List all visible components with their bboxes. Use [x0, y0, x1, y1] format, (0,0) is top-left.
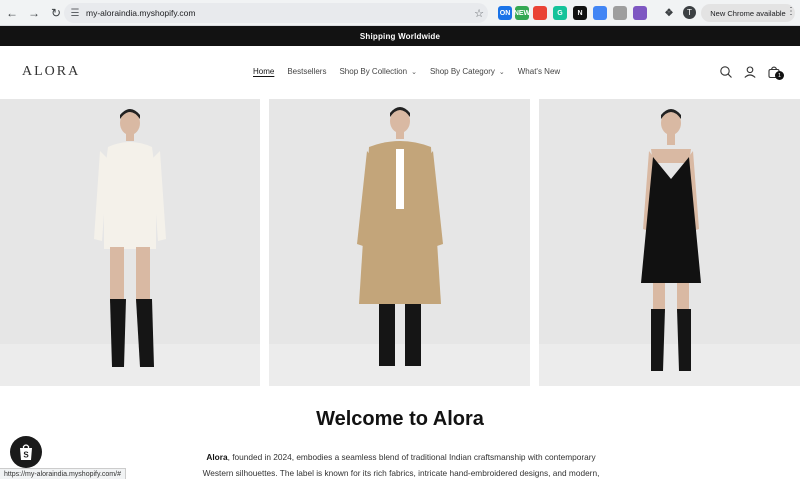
forward-arrow-icon[interactable]: → [24, 3, 44, 23]
ext-new-icon[interactable]: NEW [514, 6, 530, 20]
welcome-description: Alora, founded in 2024, embodies a seaml… [186, 449, 616, 479]
hero-image-white-outfit[interactable] [0, 99, 260, 386]
model-white-jacket-illustration [0, 99, 260, 386]
address-url[interactable]: my-aloraindia.myshopify.com [86, 8, 470, 18]
site-info-icon[interactable]: ☰ [66, 8, 84, 19]
back-arrow-icon[interactable]: ← [2, 3, 22, 23]
bookmark-star-icon[interactable]: ☆ [470, 7, 488, 20]
nav-whats-new-label[interactable]: What's New [518, 67, 560, 76]
welcome-heading: Welcome to Alora [316, 408, 484, 430]
chevron-down-icon: ⌄ [411, 68, 417, 76]
link-status-bar: https://my-aloraindia.myshopify.com/# [0, 468, 126, 479]
address-bar[interactable]: ☰ my-aloraindia.myshopify.com ☆ [64, 3, 488, 23]
account-icon[interactable] [743, 65, 757, 79]
nav-home[interactable]: Home [253, 67, 274, 76]
ext-image-icon[interactable] [633, 6, 647, 20]
browser-menu-icon[interactable]: ⋮ [786, 6, 796, 17]
ext-color-icon[interactable] [533, 6, 547, 20]
svg-text:S: S [23, 451, 29, 460]
search-icon[interactable] [719, 65, 733, 79]
welcome-line-2: Western silhouettes. The label is known … [202, 468, 600, 478]
announcement-text: Shipping Worldwide [359, 31, 441, 41]
site-header: ALORA Home Bestsellers Shop By Collectio… [0, 46, 800, 98]
brand-name: Alora [206, 452, 228, 462]
nav-bestsellers-label[interactable]: Bestsellers [287, 67, 326, 76]
model-black-dress-illustration [539, 99, 800, 386]
ext-notion-icon[interactable]: N [573, 6, 587, 20]
reload-icon[interactable]: ↻ [46, 3, 66, 23]
nav-whats-new[interactable]: What's New [518, 67, 560, 76]
profile-avatar[interactable]: T [683, 6, 696, 19]
shopify-bag-icon[interactable]: S [10, 436, 42, 468]
ext-grammarly-icon[interactable]: G [553, 6, 567, 20]
nav-home-label[interactable]: Home [253, 67, 274, 76]
ext-on-icon[interactable]: ON [498, 6, 512, 20]
hero-image-black-dress[interactable] [539, 99, 800, 386]
welcome-line-1: , founded in 2024, embodies a seamless b… [227, 452, 596, 462]
nav-shop-by-collection-label[interactable]: Shop By Collection [339, 67, 407, 76]
browser-toolbar: ← → ↻ ☰ my-aloraindia.myshopify.com ☆ ON… [0, 0, 800, 26]
announcement-bar: Shipping Worldwide [0, 26, 800, 46]
shopify-logo-icon: S [20, 444, 32, 460]
cart-count-badge: 1 [775, 71, 784, 80]
nav-shop-by-category-label[interactable]: Shop By Category [430, 67, 495, 76]
chevron-down-icon: ⌄ [498, 68, 505, 76]
hero-image-trench-coat[interactable] [269, 99, 530, 386]
ext-box-icon[interactable] [613, 6, 627, 20]
nav-shop-by-category[interactable]: Shop By Category ⌄ [430, 67, 505, 76]
new-chrome-available-button[interactable]: New Chrome available [701, 4, 795, 22]
extensions-puzzle-icon[interactable]: ❖ [662, 6, 676, 20]
nav-shop-by-collection[interactable]: Shop By Collection ⌄ [339, 67, 416, 76]
nav-bestsellers[interactable]: Bestsellers [287, 67, 326, 76]
main-nav: Home Bestsellers Shop By Collection ⌄ Sho… [253, 67, 573, 76]
ext-gear-icon[interactable] [593, 6, 607, 20]
model-trench-coat-illustration [269, 99, 530, 386]
site-logo[interactable]: ALORA [22, 64, 80, 80]
